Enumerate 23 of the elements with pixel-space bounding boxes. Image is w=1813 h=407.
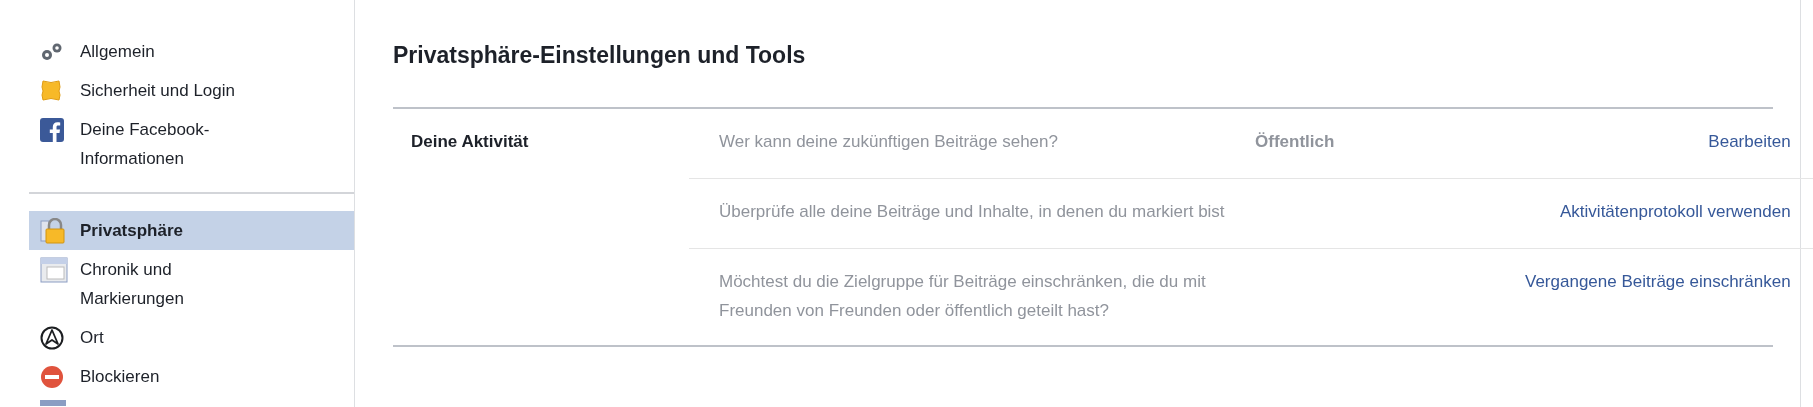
section-title: Deine Aktivität: [411, 132, 529, 151]
sidebar-item[interactable]: Deine Facebook- Informationen: [29, 110, 354, 178]
lock-icon: [40, 217, 66, 244]
page-title: Privatsphäre-Einstellungen und Tools: [393, 41, 807, 70]
list-icon: [40, 400, 66, 406]
gears-icon: [40, 41, 64, 62]
setting-value: Öffentlich: [1255, 132, 1335, 151]
setting-description: Wer kann deine zukünftigen Beiträge sehen?: [719, 131, 1059, 153]
block-icon: [40, 364, 64, 389]
sidebar-item[interactable]: Privatsphäre: [29, 211, 354, 250]
sidebar-item[interactable]: Chronik und Markierungen: [29, 250, 354, 318]
badge-icon: [40, 78, 62, 103]
setting-description: Möchtest du die Zielgruppe für Beiträge einschränken, die du mit Freunden von Freunden oder öffentlich geteilt hast?: [719, 271, 1207, 322]
setting-description: Überprüfe alle deine Beiträge und Inhalte, in denen du markiert bist: [719, 201, 1225, 223]
sidebar-item[interactable]: Allgemein: [29, 32, 354, 71]
timeline-icon: [40, 256, 68, 283]
sidebar-item[interactable]: Ort: [29, 318, 354, 357]
sidebar-item[interactable]: Sicherheit und Login: [29, 71, 354, 110]
setting-link[interactable]: Aktivitätenprotokoll verwenden: [1560, 197, 1791, 226]
sidebar-item[interactable]: Blockieren: [29, 357, 354, 396]
setting-link[interactable]: Bearbeiten: [1708, 127, 1791, 156]
setting-link[interactable]: Vergangene Beiträge einschränken: [1525, 267, 1791, 296]
facebook-logo-icon: [40, 117, 64, 142]
